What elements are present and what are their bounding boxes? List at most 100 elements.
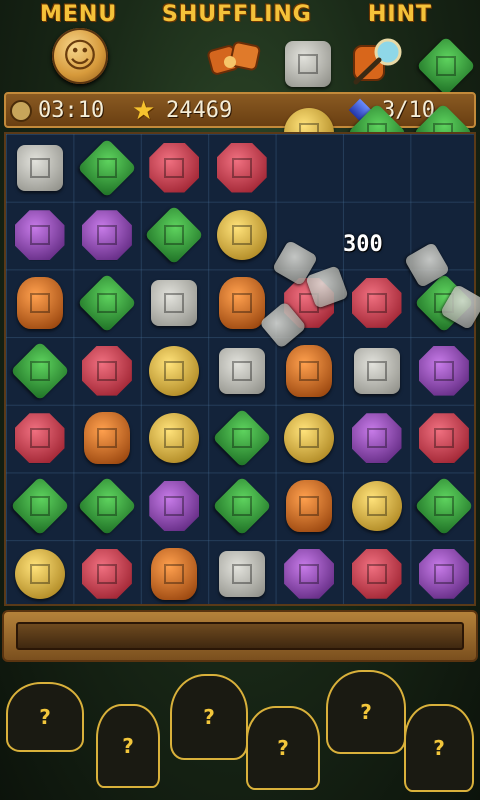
green-diamond-gem[interactable] xyxy=(211,408,272,468)
board-cell[interactable] xyxy=(73,202,140,269)
board-cell[interactable] xyxy=(73,473,140,540)
board-cell[interactable] xyxy=(276,134,343,201)
purple-oct-gem[interactable] xyxy=(149,481,200,531)
board-cell[interactable] xyxy=(6,134,73,201)
purple-oct-gem[interactable] xyxy=(14,210,65,261)
board-cell[interactable] xyxy=(208,405,275,472)
orange-shield-gem[interactable] xyxy=(286,344,333,397)
shuffle-tiles-icon[interactable] xyxy=(206,36,268,82)
board-cell[interactable] xyxy=(343,473,410,540)
gold-circle-gem[interactable] xyxy=(149,345,200,396)
game-board[interactable] xyxy=(4,132,476,606)
red-oct-gem[interactable] xyxy=(216,142,267,193)
board-cell[interactable] xyxy=(208,540,275,607)
board-cell[interactable] xyxy=(6,540,73,607)
orange-shield-gem[interactable] xyxy=(83,412,130,465)
board-cell[interactable] xyxy=(208,202,275,269)
red-oct-gem[interactable] xyxy=(351,277,402,328)
green-diamond-gem[interactable] xyxy=(211,476,272,536)
board-cell[interactable] xyxy=(343,337,410,404)
board-cell[interactable] xyxy=(6,473,73,540)
gem-glyph-icon xyxy=(96,292,117,313)
magnifier-hint-icon[interactable] xyxy=(346,36,410,92)
board-cell[interactable] xyxy=(73,405,140,472)
board-cell[interactable] xyxy=(141,405,208,472)
board-cell[interactable] xyxy=(410,337,477,404)
board-cell[interactable] xyxy=(208,337,275,404)
green-diamond-gem[interactable] xyxy=(144,205,204,265)
board-cell[interactable] xyxy=(141,202,208,269)
board-cell[interactable] xyxy=(276,540,343,607)
purple-oct-gem[interactable] xyxy=(284,548,335,599)
board-cell[interactable] xyxy=(276,473,343,540)
board-cell[interactable] xyxy=(73,337,140,404)
board-cell[interactable] xyxy=(410,540,477,607)
green-diamond-gem[interactable] xyxy=(77,476,137,536)
gem-glyph-icon xyxy=(231,225,252,246)
silver-square-gem[interactable] xyxy=(218,347,265,394)
silver-square-gem[interactable] xyxy=(151,279,198,326)
menu-button[interactable]: MENU xyxy=(40,2,117,28)
board-cell[interactable] xyxy=(343,405,410,472)
silver-square-gem[interactable] xyxy=(353,347,400,394)
purple-oct-gem[interactable] xyxy=(418,345,469,396)
board-cell[interactable] xyxy=(73,134,140,201)
board-cell[interactable] xyxy=(6,337,73,404)
green-diamond-gem[interactable] xyxy=(77,273,137,333)
board-cell[interactable] xyxy=(141,337,208,404)
board-cell[interactable] xyxy=(6,269,73,336)
green-diamond-gem[interactable] xyxy=(9,340,70,401)
board-cell[interactable] xyxy=(141,269,208,336)
board-cell[interactable] xyxy=(141,473,208,540)
red-oct-gem[interactable] xyxy=(81,548,132,599)
gem-glyph-icon xyxy=(29,496,50,516)
red-oct-gem[interactable] xyxy=(149,142,200,193)
gold-circle-gem[interactable] xyxy=(351,481,402,531)
board-cell[interactable] xyxy=(208,473,275,540)
orange-shield-gem[interactable] xyxy=(151,547,198,600)
purple-oct-gem[interactable] xyxy=(351,413,402,464)
green-diamond-gem[interactable] xyxy=(414,476,474,536)
board-cell[interactable] xyxy=(343,134,410,201)
red-oct-gem[interactable] xyxy=(14,413,65,464)
orange-shield-gem[interactable] xyxy=(218,276,265,329)
purple-oct-gem[interactable] xyxy=(418,548,469,599)
board-cell[interactable] xyxy=(6,405,73,472)
aztec-face-coin-icon[interactable]: ☺ xyxy=(52,28,108,84)
character-silhouettes: ?????? xyxy=(0,664,480,800)
board-cell[interactable] xyxy=(73,540,140,607)
green-diamond-gem[interactable] xyxy=(77,137,137,198)
board-cell[interactable] xyxy=(208,134,275,201)
board-cell[interactable] xyxy=(410,134,477,201)
gem-glyph-icon xyxy=(299,496,320,516)
orange-shield-gem[interactable] xyxy=(16,276,63,329)
board-cell[interactable] xyxy=(343,269,410,336)
board-cell[interactable] xyxy=(276,337,343,404)
gold-circle-gem[interactable] xyxy=(149,413,200,464)
board-cell[interactable] xyxy=(6,202,73,269)
orange-shield-gem[interactable] xyxy=(286,480,333,532)
silver-square-gem[interactable] xyxy=(16,144,63,191)
purple-oct-gem[interactable] xyxy=(81,210,132,261)
gem-glyph-icon xyxy=(366,496,387,516)
gem-glyph-icon xyxy=(366,360,387,381)
gold-circle-gem[interactable] xyxy=(14,548,65,599)
gem-glyph-icon xyxy=(29,225,50,246)
green-diamond-gem[interactable] xyxy=(9,476,70,536)
level-progress-bar xyxy=(2,610,478,662)
board-cell[interactable] xyxy=(410,405,477,472)
board-cell[interactable] xyxy=(343,540,410,607)
shuffle-button[interactable]: SHUFFLING xyxy=(162,2,312,28)
board-cell[interactable] xyxy=(410,473,477,540)
gold-circle-gem[interactable] xyxy=(284,413,335,464)
board-cell[interactable] xyxy=(141,134,208,201)
red-oct-gem[interactable] xyxy=(351,548,402,599)
red-oct-gem[interactable] xyxy=(418,413,469,464)
board-cell[interactable] xyxy=(276,405,343,472)
hint-button[interactable]: HINT xyxy=(368,2,432,28)
board-cell[interactable] xyxy=(73,269,140,336)
gold-circle-gem[interactable] xyxy=(216,210,267,261)
board-cell[interactable] xyxy=(141,540,208,607)
red-oct-gem[interactable] xyxy=(81,345,132,396)
silver-square-gem[interactable] xyxy=(218,550,265,597)
